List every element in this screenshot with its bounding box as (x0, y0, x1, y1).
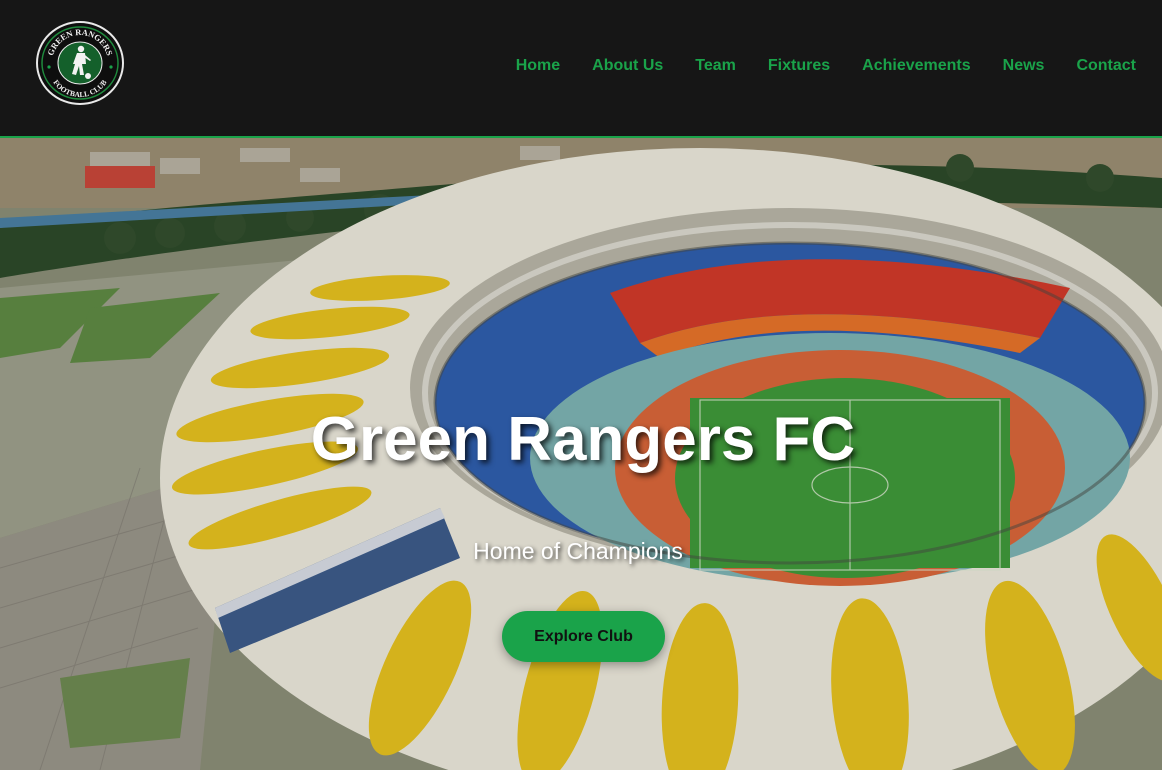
nav-achievements[interactable]: Achievements (862, 56, 971, 76)
nav-about-us[interactable]: About Us (592, 56, 663, 76)
hero-title: Green Rangers FC (310, 405, 856, 474)
nav-fixtures[interactable]: Fixtures (768, 56, 830, 76)
nav-news[interactable]: News (1003, 56, 1045, 76)
nav-team[interactable]: Team (695, 56, 736, 76)
hero-subtitle: Home of Champions (473, 538, 683, 564)
main-nav: Home About Us Team Fixtures Achievements… (484, 56, 1136, 76)
club-crest-icon: GREEN RANGERS FOOTBALL CLUB (36, 21, 124, 105)
nav-home[interactable]: Home (516, 56, 560, 76)
nav-contact[interactable]: Contact (1076, 56, 1136, 76)
club-logo[interactable]: GREEN RANGERS FOOTBALL CLUB (35, 20, 125, 106)
site-header: GREEN RANGERS FOOTBALL CLUB Home About U… (0, 0, 1162, 138)
explore-club-button[interactable]: Explore Club (502, 611, 665, 662)
hero-section: Green Rangers FC Home of Champions Explo… (0, 138, 1162, 770)
